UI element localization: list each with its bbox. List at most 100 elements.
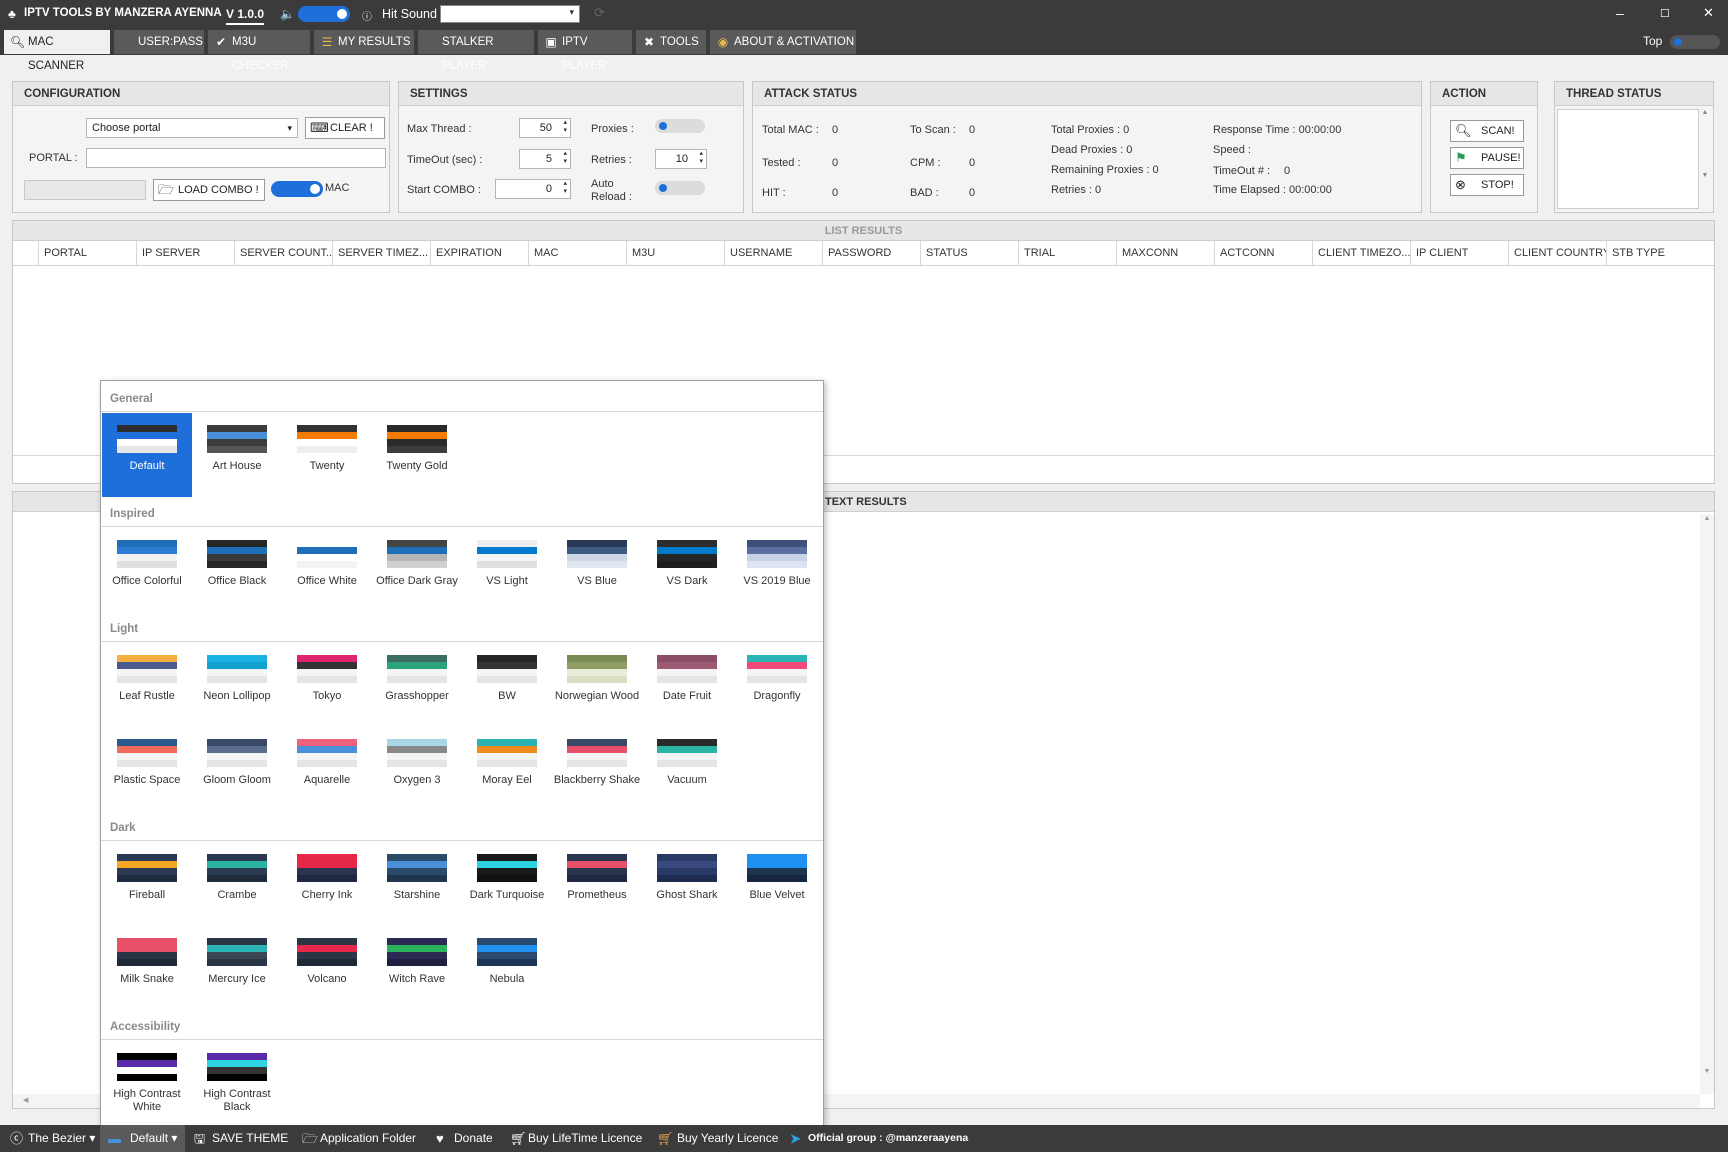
column-header[interactable]: SERVER COUNT... xyxy=(235,241,333,265)
theme-option[interactable]: VS Blue xyxy=(552,528,642,612)
proxies-toggle[interactable] xyxy=(655,119,705,133)
refresh-icon[interactable]: ⟳ xyxy=(594,5,605,21)
theme-option[interactable]: Dragonfly xyxy=(732,643,822,727)
maximize-icon[interactable]: ☐ xyxy=(1660,7,1670,20)
theme-option[interactable]: Norwegian Wood xyxy=(552,643,642,727)
text-results-vscrollbar[interactable]: ▲ xyxy=(1700,514,1714,1094)
column-header[interactable]: IP SERVER xyxy=(137,241,235,265)
theme-option[interactable]: Twenty Gold xyxy=(372,413,462,497)
donate-button[interactable]: ♥ Donate xyxy=(434,1125,493,1152)
theme-option[interactable]: VS 2019 Blue xyxy=(732,528,822,612)
timeout-spinner[interactable]: 5 xyxy=(519,149,571,169)
start-combo-spinner[interactable]: 0 xyxy=(495,179,571,199)
column-header[interactable]: CLIENT TIMEZO... xyxy=(1313,241,1411,265)
column-header[interactable]: M3U xyxy=(627,241,725,265)
column-header[interactable]: MAXCONN xyxy=(1117,241,1215,265)
theme-option[interactable]: Witch Rave xyxy=(372,926,462,1010)
tab-user-pass[interactable]: USER:PASS xyxy=(114,30,204,54)
theme-option[interactable]: Cherry Ink xyxy=(282,842,372,926)
theme-option[interactable]: Milk Snake xyxy=(102,926,192,1010)
theme-option[interactable]: High Contrast Black xyxy=(192,1041,282,1125)
column-header[interactable]: USERNAME xyxy=(725,241,823,265)
column-header[interactable]: MAC xyxy=(529,241,627,265)
tab-my-results[interactable]: ☰ MY RESULTS xyxy=(314,30,414,54)
column-header[interactable]: PASSWORD xyxy=(823,241,921,265)
auto-reload-toggle[interactable] xyxy=(655,181,705,195)
tab-about-activation[interactable]: ◉ ABOUT & ACTIVATION xyxy=(710,30,856,54)
theme-option[interactable]: Fireball xyxy=(102,842,192,926)
theme-option[interactable]: Aquarelle xyxy=(282,727,372,811)
theme-option[interactable]: Vacuum xyxy=(642,727,732,811)
column-header[interactable]: EXPIRATION xyxy=(431,241,529,265)
theme-option[interactable]: Office Colorful xyxy=(102,528,192,612)
column-header[interactable]: STATUS xyxy=(921,241,1019,265)
theme-option[interactable]: Blackberry Shake xyxy=(552,727,642,811)
column-header[interactable]: PORTAL xyxy=(39,241,137,265)
theme-option[interactable]: High Contrast White xyxy=(102,1041,192,1125)
theme-option[interactable]: Blue Velvet xyxy=(732,842,822,926)
portal-select[interactable]: Choose portal ▾ xyxy=(86,118,298,138)
theme-option[interactable]: Oxygen 3 xyxy=(372,727,462,811)
hit-sound-select[interactable]: ▾ xyxy=(440,5,580,23)
clear-button[interactable]: ⌨ CLEAR ! xyxy=(305,117,385,139)
theme-option[interactable]: Leaf Rustle xyxy=(102,643,192,727)
mac-toggle[interactable] xyxy=(271,181,323,197)
volume-icon[interactable]: 🔈 xyxy=(280,7,295,21)
theme-option[interactable]: Default xyxy=(102,413,192,497)
scan-button[interactable]: 🔍︎ SCAN! xyxy=(1450,120,1524,142)
theme-option[interactable]: Crambe xyxy=(192,842,282,926)
tab-m3u-checker[interactable]: ✔ M3U CHECKER xyxy=(208,30,310,72)
theme-option[interactable]: Office White xyxy=(282,528,372,612)
buy-yearly-button[interactable]: 🛒︎ Buy Yearly Licence xyxy=(655,1125,778,1152)
theme-option[interactable]: Office Dark Gray xyxy=(372,528,462,612)
theme-option[interactable]: Dark Turquoise xyxy=(462,842,552,926)
theme-option[interactable]: Nebula xyxy=(462,926,552,1010)
theme-option[interactable]: Neon Lollipop xyxy=(192,643,282,727)
tab-tools[interactable]: ✖ TOOLS xyxy=(636,30,706,54)
column-header[interactable]: TRIAL xyxy=(1019,241,1117,265)
application-folder-button[interactable]: 🗁 Application Folder xyxy=(300,1125,416,1152)
tab-iptv-player[interactable]: ▣ IPTV PLAYER xyxy=(538,30,632,72)
theme-option[interactable]: Tokyo xyxy=(282,643,372,727)
official-group-link[interactable]: ➤ Official group : @manzeraayena xyxy=(788,1125,968,1152)
theme-option[interactable]: Mercury Ice xyxy=(192,926,282,1010)
pause-button[interactable]: ⚑ PAUSE! xyxy=(1450,147,1524,169)
column-header[interactable]: SERVER TIMEZ... xyxy=(333,241,431,265)
theme-option[interactable]: Office Black xyxy=(192,528,282,612)
scroll-down-icon[interactable]: ▼ xyxy=(1700,1068,1714,1080)
theme-option[interactable]: Volcano xyxy=(282,926,372,1010)
theme-option[interactable]: Gloom Gloom xyxy=(192,727,282,811)
theme-option[interactable]: Starshine xyxy=(372,842,462,926)
minimize-icon[interactable]: – xyxy=(1616,5,1624,21)
theme-option[interactable]: Prometheus xyxy=(552,842,642,926)
theme-option[interactable]: Grasshopper xyxy=(372,643,462,727)
column-header[interactable]: STB TYPE xyxy=(1607,241,1714,265)
theme-select-button[interactable]: ▬ Default ▾ xyxy=(100,1125,186,1152)
theme-option[interactable]: VS Light xyxy=(462,528,552,612)
theme-option[interactable]: Art House xyxy=(192,413,282,497)
theme-option[interactable]: Ghost Shark xyxy=(642,842,732,926)
load-combo-button[interactable]: 🗁 LOAD COMBO ! xyxy=(153,179,265,201)
tab-mac-scanner[interactable]: 🔍︎ MAC SCANNER xyxy=(4,30,110,72)
buy-lifetime-button[interactable]: 🛒︎ Buy LifeTime Licence xyxy=(508,1125,642,1152)
save-theme-button[interactable]: 🖫 SAVE THEME xyxy=(192,1125,288,1152)
theme-option[interactable]: Twenty xyxy=(282,413,372,497)
sound-toggle[interactable] xyxy=(298,6,350,22)
stop-button[interactable]: ⊗ STOP! xyxy=(1450,174,1524,196)
theme-option[interactable]: VS Dark xyxy=(642,528,732,612)
theme-option[interactable]: Moray Eel xyxy=(462,727,552,811)
theme-menu-button[interactable]: ⓒ The Bezier ▾ xyxy=(8,1125,95,1152)
column-header[interactable]: IP CLIENT xyxy=(1411,241,1509,265)
close-icon[interactable]: ✕ xyxy=(1703,5,1714,21)
thread-scrollbar[interactable]: ▲ ▼ xyxy=(1699,109,1711,209)
column-header[interactable]: ACTCONN xyxy=(1215,241,1313,265)
column-header[interactable]: CLIENT COUNTRY xyxy=(1509,241,1607,265)
theme-option[interactable]: Date Fruit xyxy=(642,643,732,727)
top-toggle[interactable] xyxy=(1670,35,1720,49)
theme-option[interactable]: Plastic Space xyxy=(102,727,192,811)
retries-spinner[interactable]: 10 xyxy=(655,149,707,169)
tab-stalker-player[interactable]: STALKER PLAYER xyxy=(418,30,534,72)
max-thread-spinner[interactable]: 50 xyxy=(519,118,571,138)
theme-option[interactable]: BW xyxy=(462,643,552,727)
portal-input[interactable] xyxy=(86,148,386,168)
